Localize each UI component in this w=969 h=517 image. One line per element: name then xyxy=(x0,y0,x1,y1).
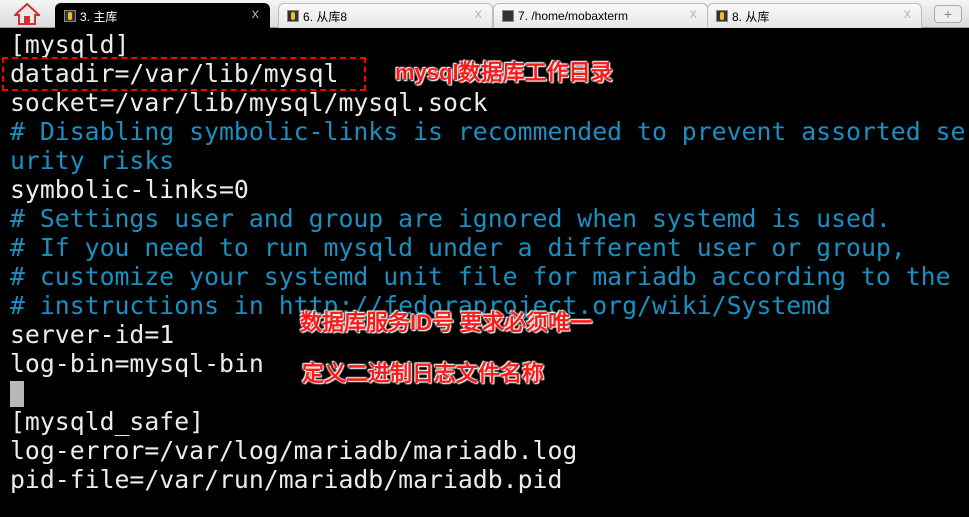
close-tab-button[interactable]: X xyxy=(904,9,911,21)
key-icon xyxy=(64,10,76,22)
tab-4[interactable]: 8. 从库 X xyxy=(707,3,922,28)
tab-label: 3. 主库 xyxy=(80,9,118,24)
highlight-box-datadir xyxy=(2,57,366,91)
terminal-line: urity risks xyxy=(10,146,175,175)
home-icon[interactable] xyxy=(12,2,42,25)
terminal-line: [mysqld_safe] xyxy=(10,407,205,436)
close-tab-button[interactable]: X xyxy=(252,9,259,21)
terminal-line: symbolic-links=0 xyxy=(10,175,249,204)
close-tab-button[interactable]: X xyxy=(475,9,482,21)
tab-3[interactable]: 7. /home/mobaxterm X xyxy=(493,3,708,28)
terminal-line: log-error=/var/log/mariadb/mariadb.log xyxy=(10,436,578,465)
terminal-output[interactable]: [mysqld] datadir=/var/lib/mysql socket=/va… xyxy=(10,30,965,494)
tab-label: 6. 从库8 xyxy=(303,9,348,24)
terminal-line: # Disabling symbolic-links is recommende… xyxy=(10,117,966,146)
close-tab-button[interactable]: X xyxy=(690,9,697,21)
key-icon xyxy=(716,10,728,22)
key-icon xyxy=(287,10,299,22)
annotation-server-id: 数据库服务ID号 要求必须唯一 xyxy=(300,310,593,335)
annotation-log-bin: 定义二进制日志文件名称 xyxy=(302,361,545,386)
terminal-line: # Settings user and group are ignored wh… xyxy=(10,204,891,233)
tab-bar: 3. 主库 X 6. 从库8 X 7. /home/mobaxterm X 8. 从库 X + xyxy=(0,0,969,28)
terminal-icon xyxy=(502,10,514,22)
terminal-line: # If you need to run mysqld under a diff… xyxy=(10,233,906,262)
tab-label: 7. /home/mobaxterm xyxy=(518,9,629,23)
annotation-datadir: mysql数据库工作目录 xyxy=(395,60,613,85)
tab-2[interactable]: 6. 从库8 X xyxy=(278,3,493,28)
new-tab-button[interactable]: + xyxy=(934,5,962,23)
terminal-line: # customize your systemd unit file for m… xyxy=(10,262,951,291)
text-cursor xyxy=(10,381,24,407)
terminal-line: pid-file=/var/run/mariadb/mariadb.pid xyxy=(10,465,563,494)
tab-label: 8. 从库 xyxy=(732,9,770,24)
terminal-line: socket=/var/lib/mysql/mysql.sock xyxy=(10,88,488,117)
tab-1[interactable]: 3. 主库 X xyxy=(55,3,270,28)
